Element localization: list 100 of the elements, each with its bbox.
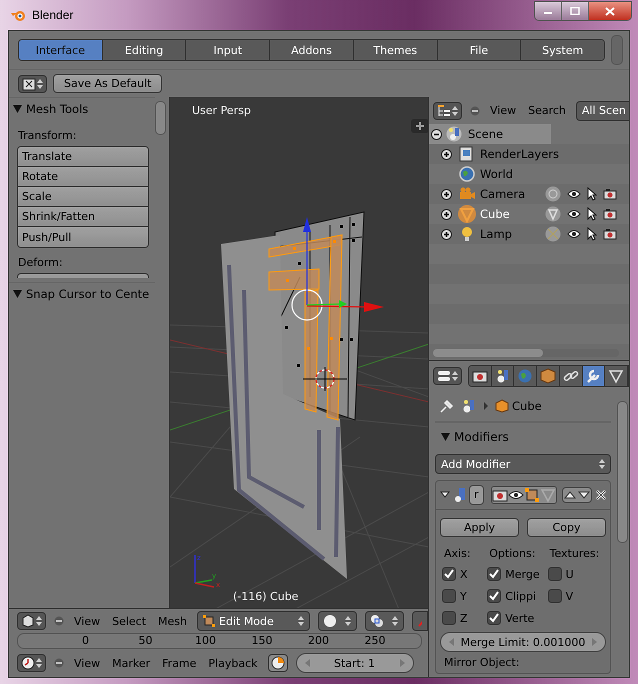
close-icon[interactable] xyxy=(594,489,606,501)
copy-button[interactable]: Copy xyxy=(527,518,606,537)
editor-type-dropdown[interactable] xyxy=(17,612,46,630)
cursor-icon[interactable] xyxy=(587,227,597,241)
collapse-icon[interactable] xyxy=(54,616,64,626)
add-modifier-dropdown[interactable]: Add Modifier xyxy=(435,454,611,474)
collapse-icon[interactable] xyxy=(470,106,480,116)
checkbox-icon[interactable] xyxy=(487,567,502,581)
chain-link-icon[interactable] xyxy=(560,366,583,386)
cursor-icon[interactable] xyxy=(587,187,597,201)
tree-row[interactable]: Camera xyxy=(429,184,629,204)
checkbox-icon[interactable] xyxy=(442,611,456,625)
transform-gizmo[interactable] xyxy=(291,217,384,321)
tree-row[interactable]: Lamp xyxy=(429,224,629,244)
camera-icon[interactable] xyxy=(603,188,617,200)
merge-limit-field[interactable]: Merge Limit: 0.001000 xyxy=(440,632,606,652)
preferences-tab[interactable]: Addons xyxy=(270,40,354,60)
checkbox[interactable]: U xyxy=(546,566,606,582)
pivot-dropdown[interactable] xyxy=(364,611,404,631)
move-up-down-buttons[interactable] xyxy=(562,487,592,503)
collapse-icon[interactable] xyxy=(54,658,64,668)
manipulator-toggle[interactable] xyxy=(412,611,428,631)
menu-item[interactable]: Search xyxy=(526,104,568,117)
tree-row[interactable]: Cube xyxy=(429,204,629,224)
panel-header[interactable]: Mesh Tools xyxy=(9,97,155,119)
checkbox-icon[interactable] xyxy=(442,567,456,581)
preferences-tab[interactable]: Themes xyxy=(354,40,438,60)
tool-button[interactable]: Shrink/Fatten xyxy=(18,207,148,227)
tree-row[interactable]: Scene xyxy=(429,124,551,144)
edit-mode-icon[interactable] xyxy=(524,487,540,503)
pin-icon[interactable] xyxy=(439,398,455,414)
checkbox-icon[interactable] xyxy=(442,589,456,603)
menu-item[interactable]: Playback xyxy=(206,656,260,670)
plus-icon[interactable] xyxy=(411,119,428,133)
triangle-mesh-icon[interactable] xyxy=(605,366,628,386)
menu-item[interactable]: View xyxy=(72,614,102,628)
modifier-name-field[interactable]: r xyxy=(468,485,484,505)
checkbox-icon[interactable] xyxy=(487,589,502,603)
scene-icon[interactable] xyxy=(492,366,514,386)
camera-icon[interactable] xyxy=(469,366,492,386)
scrollbar[interactable] xyxy=(611,35,623,65)
mode-dropdown[interactable]: Edit Mode xyxy=(197,611,310,631)
menu-item[interactable]: View xyxy=(488,104,518,117)
globe-icon[interactable] xyxy=(514,366,538,386)
checkbox-icon[interactable] xyxy=(548,589,562,603)
checkbox-icon[interactable] xyxy=(487,611,502,625)
checkbox[interactable]: V xyxy=(546,588,606,604)
save-as-default-button[interactable]: Save As Default xyxy=(53,74,162,93)
editor-type-dropdown[interactable] xyxy=(18,74,47,92)
display-mode-dropdown[interactable]: All Scen xyxy=(576,100,629,120)
checkbox[interactable]: Clippi xyxy=(485,588,546,604)
tool-button[interactable]: Translate xyxy=(18,147,148,167)
preferences-tab[interactable]: Editing xyxy=(102,40,186,60)
expand-toggle-icon[interactable] xyxy=(441,148,452,160)
start-frame-field[interactable]: Start: 1 xyxy=(296,653,414,673)
checkbox[interactable]: Merge xyxy=(485,566,546,582)
tree-row[interactable]: RenderLayers xyxy=(429,144,629,164)
preferences-tab[interactable]: File xyxy=(438,40,522,60)
menu-item[interactable]: Marker xyxy=(110,656,152,670)
cube-icon[interactable] xyxy=(537,366,560,386)
editor-type-dropdown[interactable] xyxy=(433,102,462,120)
editor-type-dropdown[interactable] xyxy=(433,367,462,385)
menu-item[interactable]: Frame xyxy=(160,656,198,670)
menu-item[interactable]: View xyxy=(72,656,102,670)
preferences-tab[interactable]: Input xyxy=(186,40,270,60)
panel-header[interactable]: Modifiers xyxy=(435,422,611,450)
apply-button[interactable]: Apply xyxy=(440,518,519,537)
eye-icon[interactable] xyxy=(567,209,581,219)
checkbox[interactable]: Z xyxy=(440,610,486,626)
editor-type-dropdown[interactable] xyxy=(17,654,46,672)
expand-toggle-icon[interactable] xyxy=(441,208,452,220)
tool-button[interactable]: Rotate xyxy=(18,167,148,187)
checkbox[interactable]: Verte xyxy=(485,610,546,626)
scrollbar[interactable] xyxy=(433,349,619,357)
eye-icon[interactable] xyxy=(567,229,581,239)
tool-button[interactable]: Scale xyxy=(18,187,148,207)
disclosure-triangle-icon[interactable] xyxy=(440,491,450,499)
expand-toggle-icon[interactable] xyxy=(431,128,442,140)
preview-range-toggle[interactable] xyxy=(268,654,288,672)
minimize-button[interactable] xyxy=(535,2,562,20)
expand-toggle-icon[interactable] xyxy=(441,188,452,200)
menu-item[interactable]: Mesh xyxy=(156,614,190,628)
wrench-icon[interactable] xyxy=(582,366,606,386)
cursor-icon[interactable] xyxy=(587,207,597,221)
checkbox-icon[interactable] xyxy=(548,567,562,581)
preferences-tab[interactable]: Interface xyxy=(19,40,103,60)
camera-icon[interactable] xyxy=(603,208,617,220)
preferences-tab[interactable]: System xyxy=(521,40,604,60)
scrollbar[interactable] xyxy=(155,101,166,135)
maximize-button[interactable] xyxy=(562,2,589,20)
shading-dropdown[interactable] xyxy=(318,611,357,631)
tool-button[interactable]: Push/Pull xyxy=(18,227,148,247)
menu-item[interactable]: Select xyxy=(110,614,148,628)
expand-toggle-icon[interactable] xyxy=(441,228,452,240)
close-button[interactable] xyxy=(589,2,631,20)
tree-row[interactable]: World xyxy=(429,164,629,184)
panel-header[interactable]: Snap Cursor to Cente xyxy=(9,282,155,304)
camera-icon[interactable] xyxy=(603,228,617,240)
checkbox[interactable]: X xyxy=(440,566,486,582)
checkbox[interactable]: Y xyxy=(440,588,486,604)
